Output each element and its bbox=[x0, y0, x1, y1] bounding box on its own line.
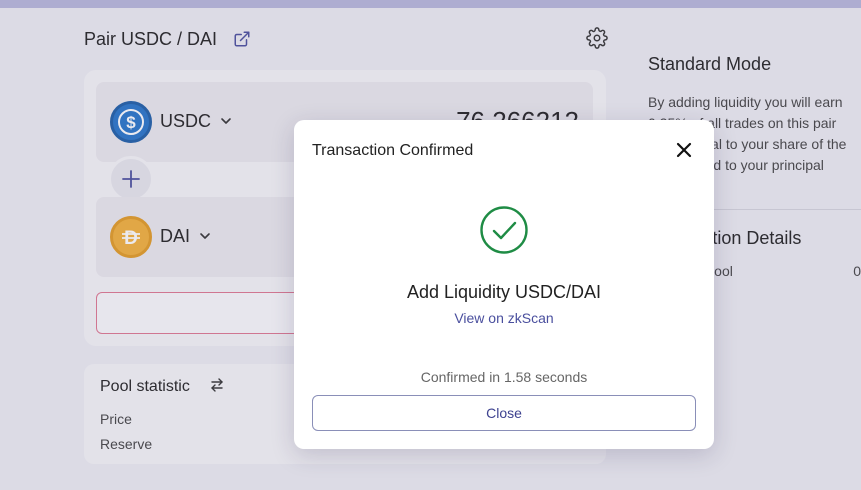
close-icon[interactable] bbox=[676, 142, 692, 158]
close-button-label: Close bbox=[486, 405, 522, 421]
close-button[interactable]: Close bbox=[312, 395, 696, 431]
dialog-heading: Add Liquidity USDC/DAI bbox=[406, 282, 602, 302]
view-on-zkscan-link[interactable]: View on zkScan bbox=[294, 310, 714, 326]
success-check-icon bbox=[480, 206, 528, 254]
confirmation-time-text: Confirmed in 1.58 seconds bbox=[420, 369, 588, 385]
transaction-confirmed-dialog: Transaction Confirmed Add Liquidity USDC… bbox=[294, 120, 714, 449]
dialog-title: Transaction Confirmed bbox=[312, 142, 474, 159]
